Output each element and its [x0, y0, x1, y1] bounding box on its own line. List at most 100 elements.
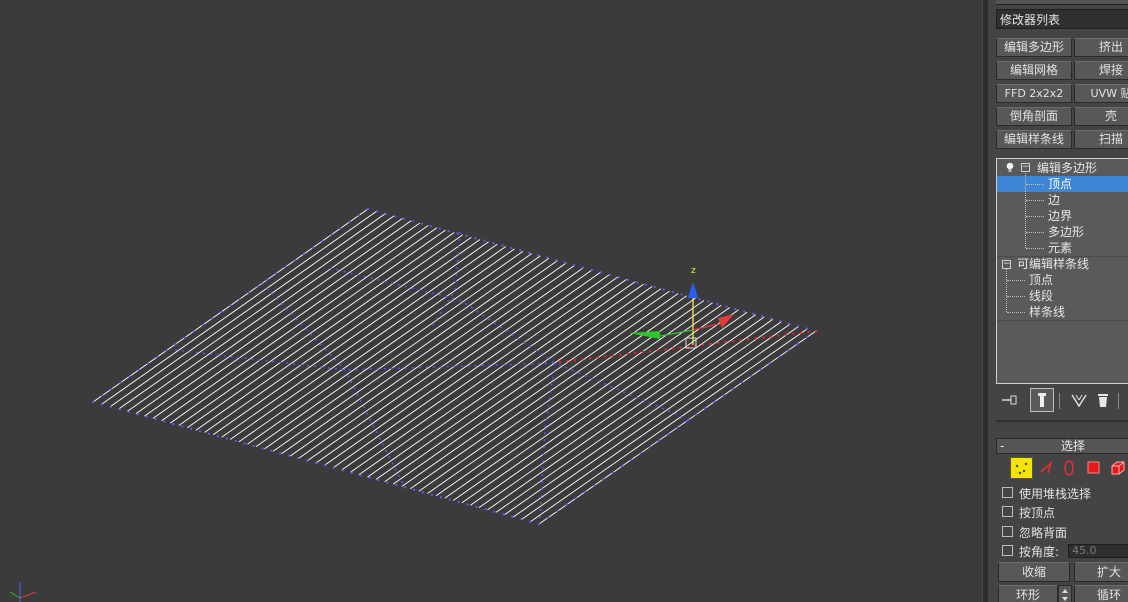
- selected-vertex-dot: [687, 345, 689, 348]
- modifier-button-uvw-map[interactable]: UVW 贴: [1074, 84, 1128, 103]
- modifier-button-weld[interactable]: 焊接: [1074, 61, 1128, 80]
- vertex-dot: [707, 300, 710, 303]
- modifier-button-bevel-profile[interactable]: 倒角剖面: [996, 107, 1072, 126]
- modifier-button-sweep[interactable]: 扫描: [1074, 130, 1128, 149]
- modifier-button-edit-mesh[interactable]: 编辑网格: [996, 61, 1072, 80]
- vertex-dot: [653, 286, 656, 289]
- border-level-icon[interactable]: [1060, 459, 1078, 477]
- ring-spinner[interactable]: [1058, 585, 1072, 602]
- vertex-dot: [266, 278, 269, 281]
- polygon-level-icon[interactable]: [1086, 460, 1102, 476]
- vertex-dot: [420, 222, 423, 225]
- vertex-dot: [275, 272, 278, 275]
- collapse-minus-icon[interactable]: −: [1021, 163, 1030, 172]
- vertex-dot: [648, 445, 651, 448]
- vertex-dot: [127, 410, 130, 413]
- make-unique-icon[interactable]: [1068, 388, 1090, 412]
- angle-input[interactable]: 45.0: [1068, 544, 1128, 558]
- perspective-viewport[interactable]: z: [0, 0, 982, 602]
- vertex-dot: [330, 233, 333, 236]
- tree-branch: [1026, 216, 1044, 217]
- element-level-icon[interactable]: [1109, 459, 1127, 477]
- selected-vertex-dot: [709, 342, 712, 345]
- tree-branch: [1026, 232, 1044, 233]
- vertex-dot: [680, 293, 683, 296]
- ring-button[interactable]: 环形: [998, 585, 1058, 602]
- wire-line: [332, 274, 610, 469]
- selected-vertex-dot: [747, 338, 750, 341]
- wire-line: [478, 314, 756, 508]
- vertex-dot: [731, 387, 734, 390]
- stack-item-spline-vertex[interactable]: 顶点: [1029, 272, 1053, 288]
- vertex-dot: [626, 278, 629, 281]
- modifier-stack[interactable]: − 编辑多边形 顶点 边 边界 多边形 元素 − 可编辑样条线 顶点 线段 样条…: [996, 158, 1128, 384]
- stack-item-editable-spline[interactable]: 可编辑样条线: [1017, 256, 1089, 272]
- wire-line: [324, 271, 601, 466]
- vertex-dot: [312, 246, 314, 249]
- modifier-button-shell[interactable]: 壳: [1074, 107, 1128, 126]
- edge-level-icon[interactable]: [1038, 459, 1056, 477]
- selection-rollout-header[interactable]: - 选择: [996, 438, 1128, 454]
- wire-line: [307, 267, 584, 462]
- vertex-dot: [234, 440, 237, 442]
- stack-item-border[interactable]: 边界: [1048, 208, 1072, 224]
- wire-line: [444, 304, 722, 499]
- mesh-wireframe[interactable]: [0, 0, 982, 602]
- vertex-dot: [411, 220, 414, 223]
- pin-stack-icon[interactable]: [998, 388, 1020, 412]
- vertex-dot: [695, 413, 697, 416]
- ignore-backfacing-checkbox[interactable]: [1002, 526, 1013, 537]
- wire-line: [410, 295, 688, 490]
- vertex-dot: [402, 217, 405, 220]
- gizmo-z-arrow: [688, 282, 698, 298]
- wire-line: [452, 307, 731, 501]
- modifier-button-edit-poly[interactable]: 编辑多边形: [996, 38, 1072, 57]
- selected-vertex-dot: [596, 356, 599, 359]
- by-angle-checkbox[interactable]: [1002, 545, 1013, 556]
- vertex-dot: [797, 325, 800, 328]
- modifier-list-dropdown[interactable]: 修改器列表: [996, 9, 1128, 29]
- lightbulb-icon[interactable]: [1005, 162, 1015, 172]
- stack-item-edit-poly[interactable]: 编辑多边形: [1037, 160, 1097, 176]
- vertex-dot: [350, 471, 353, 474]
- wire-line: [341, 276, 619, 471]
- vertex-dot: [302, 253, 305, 255]
- wire-line: [255, 253, 532, 447]
- vertex-dot: [630, 458, 633, 461]
- modifier-button-ffd[interactable]: FFD 2x2x2: [996, 84, 1072, 103]
- by-vertex-checkbox[interactable]: [1002, 506, 1013, 517]
- vertex-dot: [698, 298, 701, 301]
- grow-button[interactable]: 扩大: [1074, 562, 1128, 582]
- wire-line: [272, 257, 550, 452]
- stack-item-element[interactable]: 元素: [1048, 240, 1072, 256]
- vertex-dot: [376, 210, 378, 213]
- stack-item-segment[interactable]: 线段: [1029, 288, 1053, 304]
- show-end-result-icon[interactable]: [1030, 388, 1054, 412]
- loop-button[interactable]: 循环: [1074, 585, 1128, 602]
- vertex-dot: [573, 264, 576, 267]
- modifier-button-edit-spline[interactable]: 编辑样条线: [996, 130, 1072, 149]
- vertex-dot: [211, 317, 214, 320]
- vertex-dot: [357, 214, 360, 217]
- collapse-minus-icon[interactable]: −: [1002, 260, 1011, 269]
- stack-item-spline[interactable]: 样条线: [1029, 304, 1065, 320]
- wire-line: [487, 316, 765, 511]
- vertex-dot: [252, 444, 255, 447]
- use-stack-selection-checkbox[interactable]: [1002, 487, 1013, 498]
- tree-line: [1006, 269, 1007, 312]
- stack-item-polygon[interactable]: 多边形: [1048, 224, 1084, 240]
- modifier-button-extrude[interactable]: 挤出: [1074, 38, 1128, 57]
- vertex-dot: [483, 239, 486, 242]
- vertex-dot: [502, 513, 505, 516]
- stack-item-vertex[interactable]: 顶点: [997, 176, 1128, 192]
- selected-vertex-dot: [799, 331, 802, 334]
- stack-item-edge[interactable]: 边: [1048, 192, 1060, 208]
- vertex-level-icon[interactable]: [1010, 457, 1033, 479]
- vertex-dot: [602, 478, 605, 480]
- selected-vertex-dot: [566, 360, 569, 363]
- by-angle-label: 按角度:: [1019, 545, 1060, 559]
- shrink-button[interactable]: 收缩: [998, 562, 1070, 582]
- remove-modifier-icon[interactable]: [1092, 388, 1114, 412]
- section-divider: [996, 420, 1128, 422]
- rollout-collapse-toggle[interactable]: -: [1000, 439, 1004, 453]
